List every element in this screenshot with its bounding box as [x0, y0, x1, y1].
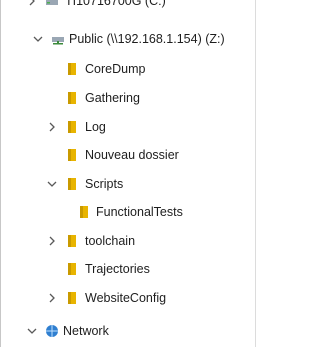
- chevron-down-icon[interactable]: [47, 179, 57, 189]
- tree-item-trajectories[interactable]: Trajectories: [1, 256, 255, 282]
- tree-item-c-drive[interactable]: TI10716700G (C:): [1, 0, 255, 14]
- folder-icon: [65, 234, 79, 248]
- chevron-down-icon[interactable]: [33, 34, 43, 44]
- tree-item-log[interactable]: Log: [1, 114, 255, 140]
- folder-icon: [65, 291, 79, 305]
- tree-item-label: CoreDump: [85, 62, 146, 76]
- folder-icon: [77, 205, 91, 219]
- folder-icon: [65, 148, 79, 162]
- folder-icon: [65, 120, 79, 134]
- tree-item-label: Network: [63, 324, 109, 338]
- chevron-right-icon[interactable]: [47, 293, 57, 303]
- folder-icon: [65, 91, 79, 105]
- folder-icon: [65, 62, 79, 76]
- tree-item-label: Trajectories: [85, 262, 150, 276]
- chevron-right-icon[interactable]: [47, 236, 57, 246]
- tree-item-scripts[interactable]: Scripts: [1, 171, 255, 197]
- chevron-right-icon[interactable]: [47, 122, 57, 132]
- chevron-right-icon[interactable]: [27, 0, 37, 6]
- tree-item-websiteconfig[interactable]: WebsiteConfig: [1, 285, 255, 311]
- tree-item-label: FunctionalTests: [96, 205, 183, 219]
- tree-item-label: TI10716700G (C:): [65, 0, 166, 8]
- tree-item-label: Scripts: [85, 177, 124, 191]
- tree-item-functionaltests[interactable]: FunctionalTests: [1, 199, 255, 225]
- tree-item-label: toolchain: [85, 234, 136, 248]
- tree-item-coredump[interactable]: CoreDump: [1, 56, 255, 82]
- tree-item-label: Log: [85, 120, 106, 134]
- tree-item-public-drive[interactable]: Public (\\192.168.1.154) (Z:): [1, 26, 255, 52]
- folder-icon: [65, 177, 79, 191]
- chevron-down-icon[interactable]: [27, 326, 37, 336]
- tree-item-toolchain[interactable]: toolchain: [1, 228, 255, 254]
- tree-item-network[interactable]: Network: [1, 318, 255, 344]
- network-icon: [45, 324, 59, 338]
- tree-item-label: Gathering: [85, 91, 140, 105]
- tree-item-label: WebsiteConfig: [85, 291, 167, 305]
- drive-icon: [45, 0, 59, 8]
- tree-item-label: Nouveau dossier: [85, 148, 179, 162]
- navigation-pane: TI10716700G (C:) Public (\\192.168.1.154…: [0, 0, 256, 347]
- network-drive-icon: [51, 32, 65, 46]
- tree-item-gathering[interactable]: Gathering: [1, 85, 255, 111]
- tree-item-nouveau-dossier[interactable]: Nouveau dossier: [1, 142, 255, 168]
- tree-item-label: Public (\\192.168.1.154) (Z:): [69, 32, 225, 46]
- folder-icon: [65, 262, 79, 276]
